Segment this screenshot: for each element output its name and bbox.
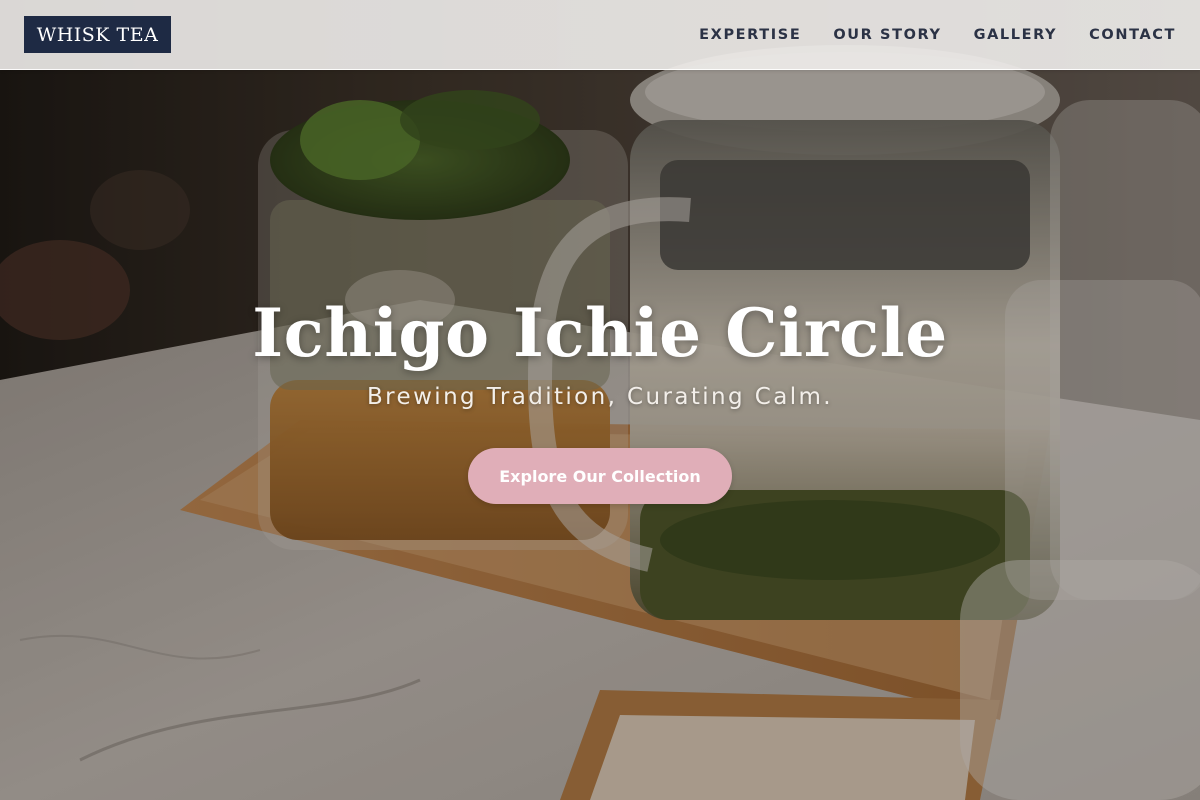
site-header: WHISK TEA EXPERTISE OUR STORY GALLERY CO… <box>0 0 1200 70</box>
main-nav: EXPERTISE OUR STORY GALLERY CONTACT <box>699 0 1176 70</box>
nav-link-expertise[interactable]: EXPERTISE <box>699 27 801 43</box>
brand-logo-text: WHISK TEA <box>36 23 159 46</box>
nav-link-gallery[interactable]: GALLERY <box>974 27 1058 43</box>
hero-subtitle: Brewing Tradition, Curating Calm. <box>367 384 833 410</box>
nav-link-contact[interactable]: CONTACT <box>1089 27 1176 43</box>
brand-logo[interactable]: WHISK TEA <box>24 16 171 53</box>
explore-collection-button[interactable]: Explore Our Collection <box>468 448 732 504</box>
nav-link-our-story[interactable]: OUR STORY <box>833 27 941 43</box>
hero-title: Ichigo Ichie Circle <box>252 294 948 372</box>
